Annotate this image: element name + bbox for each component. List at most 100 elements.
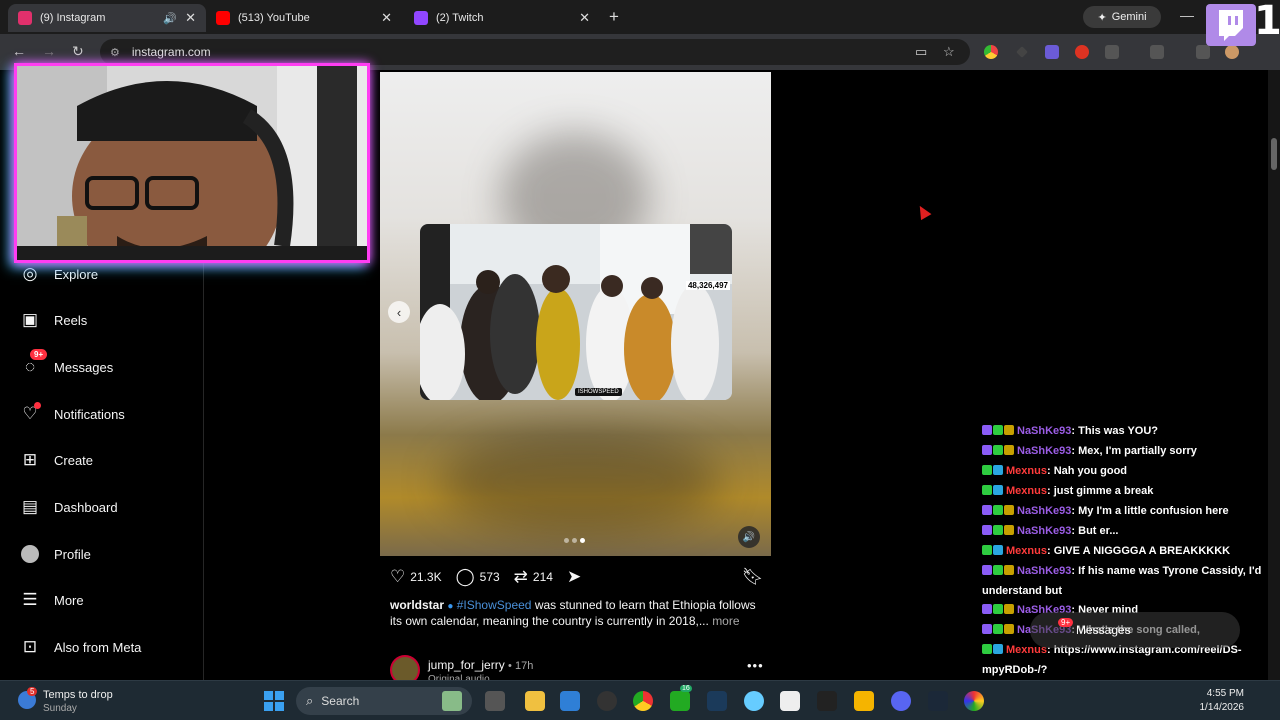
windows-start-icon[interactable] (264, 691, 284, 711)
tab-title: (2) Twitch (436, 12, 484, 24)
chat-text: : Mex, I'm partially sorry (1071, 445, 1197, 457)
xbox-icon[interactable]: 16 (670, 685, 692, 711)
extension-twitch-icon[interactable] (1045, 45, 1059, 59)
tab-youtube[interactable]: (513) YouTube ✕ (206, 4, 402, 32)
tab-title: (9) Instagram (40, 12, 106, 24)
repost-icon[interactable]: ⇄ (514, 567, 528, 587)
steam-client-icon[interactable] (928, 691, 948, 711)
address-bar[interactable]: ⚙ instagram.com ▭ ☆ (100, 39, 970, 65)
notes-icon[interactable] (780, 691, 800, 711)
carousel-dots (564, 538, 585, 543)
search-icon: ⌕ (306, 693, 314, 708)
comment-count[interactable]: 573 (480, 570, 500, 584)
previous-slide-icon[interactable]: ‹ (388, 301, 410, 323)
chat-username[interactable]: Mexnus (1006, 465, 1047, 477)
post-caption: worldstar ● #IShowSpeed was stunned to l… (390, 598, 770, 629)
tab-twitch[interactable]: (2) Twitch ✕ (404, 4, 600, 32)
sidebar-item-more[interactable]: ☰ More (20, 588, 83, 612)
close-tab-icon[interactable]: ✕ (579, 10, 590, 26)
save-bookmark-icon[interactable]: 🔖︎ (742, 567, 764, 587)
taskbar-search[interactable]: ⌕ Search (296, 687, 472, 715)
twitch-favicon-icon (414, 11, 428, 25)
forward-icon[interactable]: → (42, 43, 56, 59)
store-icon[interactable] (560, 691, 580, 711)
messages-popup[interactable]: 9+ Messages (1030, 612, 1240, 648)
chat-username[interactable]: NaShKe93 (1017, 525, 1071, 537)
sidebar-item-reels[interactable]: ▣ Reels (20, 308, 87, 332)
close-tab-icon[interactable]: ✕ (185, 10, 196, 26)
extension-red-icon[interactable] (1075, 45, 1089, 59)
chat-username[interactable]: Mexnus (1006, 545, 1047, 557)
new-tab-icon[interactable]: + (609, 7, 619, 27)
task-view-icon[interactable] (485, 691, 505, 711)
sidebar-item-create[interactable]: ⊞ Create (20, 448, 93, 472)
next-post-user[interactable]: jump_for_jerry (428, 658, 505, 672)
close-tab-icon[interactable]: ✕ (381, 10, 392, 26)
reload-icon[interactable]: ↻ (72, 43, 84, 60)
chat-text: : GIVE A NIGGGGA A BREAKKKKK (1046, 545, 1231, 557)
caption-text: was stunned to learn that Ethiopia follo… (390, 598, 756, 628)
cast-icon[interactable]: ▭ (915, 44, 927, 60)
chrome-icon[interactable] (633, 691, 653, 711)
hashtag-link[interactable]: #IShowSpeed (457, 598, 532, 612)
steam-icon[interactable] (707, 691, 727, 711)
extension-diamond-icon[interactable] (1016, 46, 1028, 58)
chat-username[interactable]: NaShKe93 (1017, 425, 1071, 437)
chat-badges-icon (982, 523, 1015, 542)
share-send-icon[interactable]: ➤ (567, 567, 581, 587)
audio-toggle-icon[interactable]: 🔊 (738, 526, 760, 548)
side-panel-icon[interactable] (1150, 45, 1164, 59)
rockstar-icon[interactable] (854, 691, 874, 711)
speaker-icon[interactable]: 🔊 (163, 12, 177, 25)
carousel-dot (572, 538, 577, 543)
obs-icon[interactable] (597, 691, 617, 711)
tab-instagram[interactable]: (9) Instagram 🔊 ✕ (8, 4, 206, 32)
caption-more-link[interactable]: more (712, 614, 739, 628)
sidebar-item-notifications[interactable]: ♡ Notifications (20, 402, 125, 426)
sidebar-item-messages[interactable]: ◌ 9+ Messages (20, 349, 113, 379)
compass-icon: ◎ (22, 264, 38, 283)
post-media[interactable]: 48,326,497 ISHOWSPEED ‹ 🔊 (380, 72, 771, 556)
discord-icon[interactable] (891, 691, 911, 711)
avatar-icon (20, 544, 40, 564)
sidebar-item-also-from-meta[interactable]: ⊡ Also from Meta (20, 635, 142, 659)
chat-username[interactable]: NaShKe93 (1017, 565, 1071, 577)
chat-badges-icon (982, 602, 1015, 621)
comment-bubble-icon[interactable]: ◯ (456, 567, 475, 587)
clock-time: 4:55 PM (1206, 688, 1244, 699)
gemini-button[interactable]: ✦ Gemini (1083, 6, 1161, 28)
like-count[interactable]: 21.3K (410, 570, 441, 584)
app-circle-icon[interactable] (744, 691, 764, 711)
sidebar-item-label: Dashboard (54, 499, 118, 515)
sidebar-item-profile[interactable]: Profile (20, 542, 91, 566)
verified-badge-icon: ● (447, 601, 454, 612)
chat-username[interactable]: NaShKe93 (1017, 505, 1071, 517)
file-explorer-icon[interactable] (525, 691, 545, 711)
media-icon[interactable] (1196, 45, 1210, 59)
clock-date: 1/14/2026 (1199, 702, 1245, 713)
extensions-puzzle-icon[interactable] (1105, 45, 1119, 59)
back-icon[interactable]: ← (12, 43, 26, 59)
chat-message: NaShKe93: This was YOU? (982, 422, 1280, 442)
sidebar-item-dashboard[interactable]: ▤ Dashboard (20, 495, 118, 519)
chat-username[interactable]: Mexnus (1006, 485, 1047, 497)
profile-avatar-icon[interactable] (1225, 45, 1239, 59)
extension-color-icon[interactable] (984, 45, 998, 59)
messenger-icon: ◌ 9+ (20, 349, 48, 377)
repost-count[interactable]: 214 (533, 570, 553, 584)
like-heart-icon[interactable]: ♡ (390, 567, 405, 587)
dashboard-icon: ▤ (21, 497, 39, 516)
site-info-icon[interactable]: ⚙ (110, 46, 120, 59)
messages-badge: 9+ (30, 349, 48, 360)
clock[interactable]: 4:55 PM 1/14/2026 (1198, 687, 1245, 715)
messages-popup-label: Messages (1076, 623, 1131, 637)
chat-username[interactable]: NaShKe93 (1017, 445, 1071, 457)
bookmark-star-icon[interactable]: ☆ (943, 44, 955, 60)
more-options-icon[interactable]: ••• (747, 658, 764, 673)
app-colorful-icon[interactable] (964, 691, 984, 711)
epic-games-icon[interactable] (817, 691, 837, 711)
sidebar-item-explore[interactable]: ◎ Explore (20, 262, 99, 286)
scrollbar-thumb[interactable] (1271, 138, 1277, 170)
minimize-icon[interactable]: — (1180, 7, 1194, 23)
post-author[interactable]: worldstar (390, 598, 444, 612)
